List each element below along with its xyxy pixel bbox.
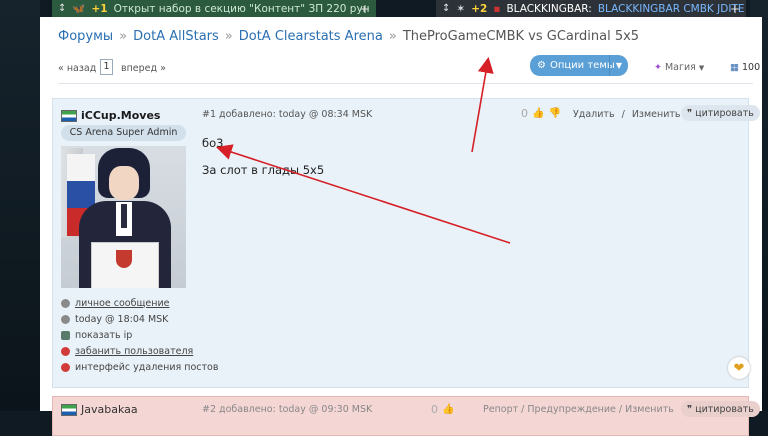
magic-dropdown[interactable]: ✦ Магия ▼ [654,62,704,73]
post-rating: 0 👍 👎 [521,107,561,120]
breadcrumb-separator: » [119,29,128,44]
notification-author[interactable]: BLACKKINGBAR: [506,3,591,15]
sort-arrow-icon: ↕ [442,3,451,14]
hero-icon: ✶ [456,2,466,15]
notification-bar-right[interactable]: ↕ ✶ +2 ▪ BLACKKINGBAR: BLACKKINGBAR CMBK… [436,0,746,17]
post-actions[interactable]: Репорт / Предупреждение / Изменить [483,404,674,415]
thumbs-up-icon[interactable]: 👍 [532,108,544,119]
sort-arrow-icon: ↕ [58,3,67,14]
add-icon[interactable]: + [730,2,740,16]
quote-icon: ❞ [687,403,693,415]
gear-icon: ⚙ [537,60,546,71]
chevron-down-icon[interactable]: ▼ [609,55,628,76]
posts-count[interactable]: ▦ 100 [730,62,760,73]
rating-value: 0 [521,107,528,120]
ban-user-link[interactable]: забанить пользователя [61,343,218,359]
prev-page-link[interactable]: « назад [58,63,96,74]
monitor-icon [61,330,70,340]
last-seen: today @ 18:04 MSK [61,311,218,327]
forum-main: Форумы » DotA AllStars » DotA Clearstats Are… [40,17,762,436]
posts-count-value: 100 [741,62,761,73]
pagination: « назад 1 вперед » ⚙ Опции темы ▼ ✦ Маги… [58,55,760,84]
flag-icon: ▪ [493,2,501,15]
actions-separator: / [621,109,625,120]
show-ip-link[interactable]: показать ip [61,327,218,343]
breadcrumb-forums[interactable]: Форумы [58,29,113,44]
breadcrumb-clearstats-arena[interactable]: DotA Clearstats Arena [239,29,383,44]
post-1: iCCup.Moves CS Arena Super Admin личное … [52,98,760,388]
grid-icon: ▦ [730,62,739,73]
ban-icon [61,346,70,356]
mail-icon [61,298,70,308]
post-content-line: За слот в глады 5х5 [202,163,325,177]
notification-count: +1 [91,2,108,15]
heart-like-button[interactable]: ❤ [728,357,750,379]
breadcrumb: Форумы » DotA AllStars » DotA Clearstats Are… [58,29,639,44]
background-left [0,0,40,411]
add-icon[interactable]: + [360,2,370,16]
magic-wand-icon: ✦ [654,62,662,73]
quote-button[interactable]: ❞ цитировать [681,401,760,417]
clock-icon [61,314,70,324]
topic-options-label: Опции темы [549,60,615,71]
breadcrumb-dota-allstars[interactable]: DotA AllStars [133,29,219,44]
breadcrumb-separator: » [388,29,397,44]
breadcrumb-separator: » [224,29,233,44]
post-2: Javabakaa #2 добавлено: today @ 09:30 MS… [52,396,760,436]
butterfly-icon: 🦋 [72,3,86,15]
country-flag-icon [61,403,77,416]
magic-label: Магия [664,62,696,73]
thumbs-up-icon[interactable]: 👍 [442,404,454,415]
avatar [61,146,186,288]
post-author: Javabakaa [61,403,138,416]
user-role-badge: CS Arena Super Admin [61,125,186,141]
notification-count: +2 [471,2,488,15]
emblem-icon [116,250,132,268]
quote-icon: ❞ [687,107,693,119]
post-content-line: бо3 [202,136,224,150]
quote-button[interactable]: ❞ цитировать [681,105,760,121]
notification-text[interactable]: BLACKKINGBAR CMBK JDITE MNE... [598,3,746,15]
post-actions: Удалить / Изменить [573,109,681,120]
country-flag-icon [61,109,77,122]
delete-posts-interface-link[interactable]: интерфейс удаления постов [61,359,218,375]
notification-bar-left[interactable]: ↕ 🦋 +1 Открыт набор в секцию "Контент" З… [52,0,376,17]
topic-options-button[interactable]: ⚙ Опции темы ▼ [530,55,628,76]
chevron-down-icon: ▼ [698,63,705,72]
delete-post-link[interactable]: Удалить [573,109,615,120]
thumbs-down-icon[interactable]: 👎 [548,108,560,119]
post-meta: #2 добавлено: today @ 09:30 MSK [202,404,373,415]
post-author: iCCup.Moves [61,109,160,122]
username[interactable]: Javabakaa [81,403,138,416]
rating-value: 0 [431,403,438,416]
page-title: TheProGameCMBK vs GCardinal 5x5 [402,29,640,44]
delete-icon [61,362,70,372]
next-page-link[interactable]: вперед » [121,63,166,74]
username[interactable]: iCCup.Moves [81,109,160,122]
page-number[interactable]: 1 [100,59,113,75]
notification-text[interactable]: Открыт набор в секцию "Контент" ЗП 220 р… [114,3,370,15]
private-message-link[interactable]: личное сообщение [61,295,218,311]
user-links: личное сообщение today @ 18:04 MSK показ… [61,295,218,375]
post-rating: 0 👍 [431,403,454,416]
edit-post-link[interactable]: Изменить [632,109,681,120]
post-meta: #1 добавлено: today @ 08:34 MSK [202,109,373,120]
